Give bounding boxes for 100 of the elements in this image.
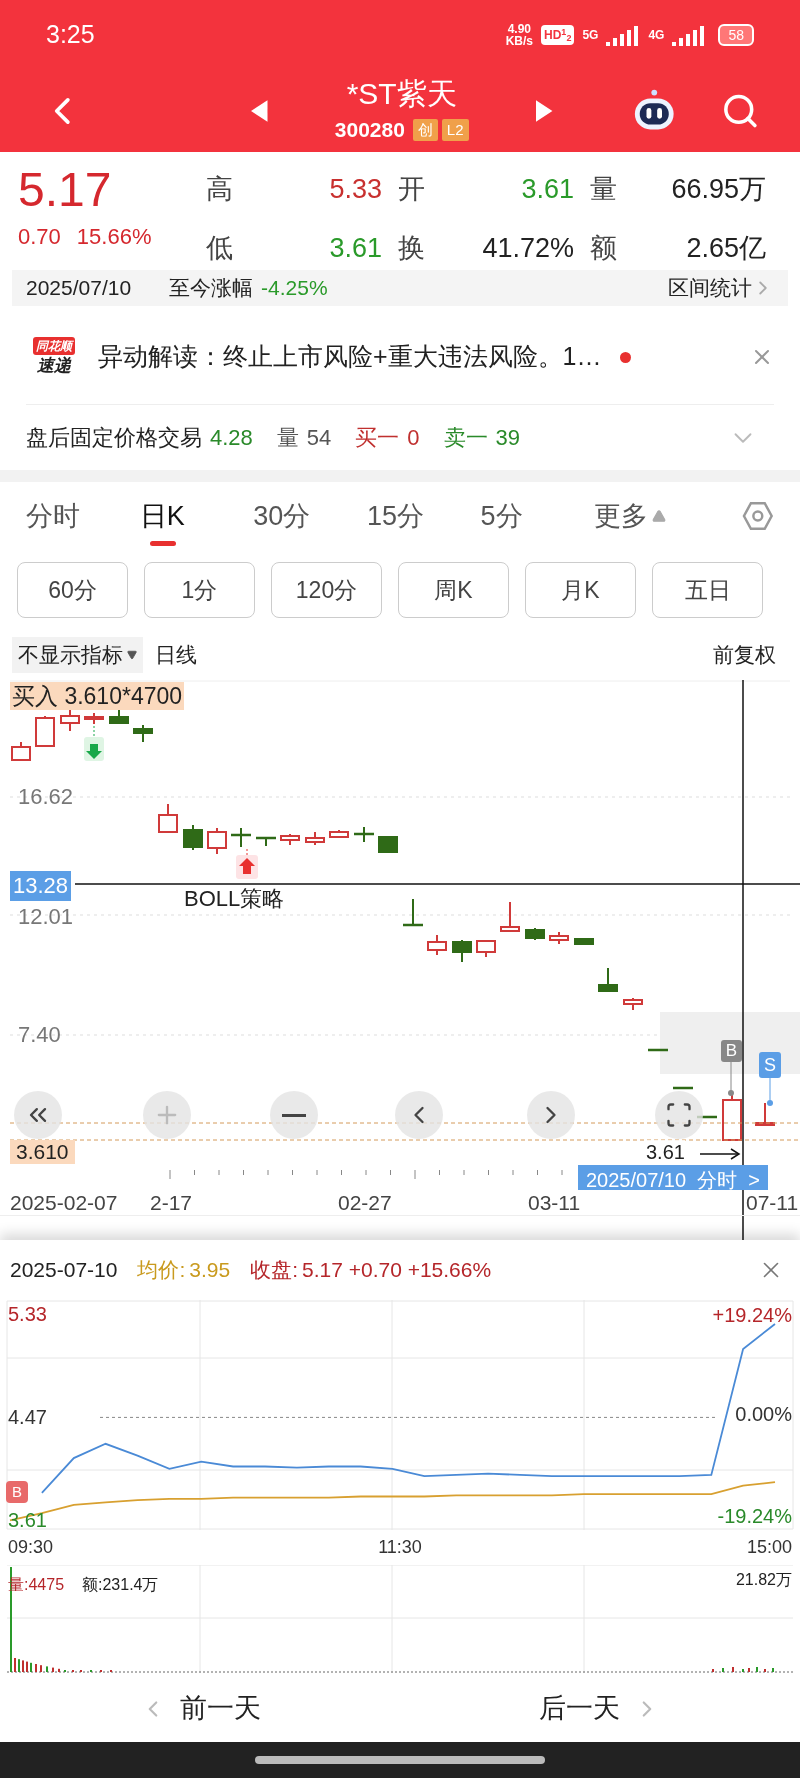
period-button[interactable]: 120分 (271, 562, 382, 618)
after-hours-item-value: 0 (407, 424, 420, 452)
stat-label: 量 (590, 172, 618, 205)
price-axis-label: 3.61 (8, 1508, 47, 1533)
period-tab[interactable]: 30分 (253, 486, 367, 546)
next-day-button[interactable]: 后一天 (539, 1688, 660, 1729)
stat-value: 2.65亿 (686, 231, 767, 264)
period-button[interactable]: 月K (525, 562, 636, 618)
period-button[interactable]: 60分 (17, 562, 128, 618)
marker-stem (728, 1061, 734, 1096)
minus-icon (282, 1113, 306, 1117)
stat-label: 换 (398, 231, 426, 264)
stat-value: 41.72% (482, 231, 575, 264)
buy-signal-icon (236, 848, 258, 879)
candlestick (378, 836, 398, 853)
sell-signal-icon (84, 725, 104, 761)
close-price-label: 收盘: (250, 1257, 298, 1284)
network-type: 5G (582, 27, 599, 44)
price-change: 0.70 (18, 223, 61, 251)
previous-stock-icon[interactable] (250, 100, 268, 122)
candlestick (427, 934, 447, 956)
current-price: 5.17 (18, 162, 113, 218)
date-axis-label: 07-11 (746, 1191, 799, 1215)
period-button[interactable]: 五日 (652, 562, 763, 618)
range-stats-link[interactable]: 区间统计 (668, 272, 752, 304)
previous-button[interactable] (395, 1091, 443, 1139)
candlestick (574, 937, 594, 945)
adjust-label[interactable]: 前复权 (713, 639, 776, 671)
candlestick (755, 1102, 775, 1126)
candlestick (329, 829, 349, 839)
change-percent: 15.66% (76, 223, 152, 251)
stock-tag: 创 (412, 119, 438, 141)
price-axis-label: 16.62 (18, 785, 74, 809)
candlestick (35, 715, 55, 747)
clock-time: 3:25 (46, 19, 95, 51)
period-tab[interactable]: 更多 (594, 486, 743, 546)
max-volume-label: 21.82万 (735, 1570, 792, 1590)
candlestick (648, 1048, 668, 1052)
candlestick (280, 833, 300, 846)
after-hours-item-label: 买一 (355, 424, 400, 452)
period-button[interactable]: 1分 (144, 562, 255, 618)
stat-label: 高 (206, 172, 234, 205)
candlestick (305, 831, 325, 846)
candlestick (598, 967, 618, 993)
period-tab[interactable]: 分时 (26, 486, 140, 546)
after-hours-item-label: 量 (276, 424, 299, 452)
cursor-price-label: 13.28 (10, 871, 72, 901)
next-button[interactable] (527, 1091, 575, 1139)
price-axis-label: 5.33 (8, 1302, 47, 1327)
candlestick (525, 927, 545, 941)
stat-value: 5.33 (329, 172, 383, 205)
range-label: 至今涨幅 (169, 275, 254, 302)
strategy-label: BOLL策略 (184, 886, 285, 912)
average-price-label: 均价: (137, 1257, 186, 1284)
buy-tag: B (721, 1040, 742, 1062)
logo-text: 速递 (37, 355, 71, 377)
fullscreen-icon (665, 1101, 693, 1129)
rewind-button[interactable] (14, 1091, 62, 1139)
news-headline[interactable]: 异动解读：终止上市风险+重大违法风险。1… (98, 338, 602, 376)
candlestick (476, 940, 496, 958)
network-unit: KB/s (505, 35, 533, 47)
period-tab[interactable]: 5分 (480, 486, 595, 546)
period-tab[interactable]: 日K (139, 486, 254, 546)
candlestick (500, 901, 520, 932)
after-hours-price: 4.28 (210, 424, 253, 452)
after-hours-item-value: 54 (306, 424, 332, 452)
candlestick (673, 1086, 693, 1090)
stock-title: *ST紫天 (346, 76, 457, 113)
stock-tag: L2 (441, 119, 469, 141)
battery-indicator: 58 (718, 24, 754, 46)
next-stock-icon[interactable] (535, 100, 553, 122)
logo-badge: 同花顺 (33, 337, 75, 355)
date-axis-label: 02-27 (338, 1191, 392, 1215)
price-axis-label: 4.47 (8, 1405, 47, 1430)
period-tab[interactable]: 15分 (366, 486, 481, 546)
indicator-dropdown[interactable]: 不显示指标 (12, 637, 143, 673)
settings-icon[interactable] (742, 500, 774, 532)
candlestick (256, 836, 276, 847)
trade-tag: 买入 3.610*4700 (10, 682, 185, 710)
candlestick (623, 997, 643, 1011)
fullscreen-button[interactable] (655, 1091, 703, 1139)
date-axis-label: 2-17 (150, 1191, 193, 1215)
date-axis-label: 03-11 (528, 1191, 581, 1215)
range-value: -4.25% (261, 275, 328, 302)
mid-percent-label: 0.00% (735, 1402, 792, 1426)
marker-stem (767, 1077, 773, 1106)
stat-value: 66.95万 (671, 172, 767, 205)
previous-day-button[interactable]: 前一天 (140, 1688, 261, 1729)
candlestick (354, 826, 374, 843)
intraday-date: 2025-07-10 (10, 1257, 118, 1284)
stat-label: 低 (206, 231, 234, 264)
candlestick (403, 898, 423, 927)
period-button[interactable]: 周K (398, 562, 509, 618)
signal-icon (606, 24, 641, 46)
low-percent-label: -19.24% (717, 1504, 792, 1528)
network-type: 4G (648, 27, 665, 44)
line-type-label[interactable]: 日线 (155, 639, 197, 671)
arrow-icon (699, 1148, 741, 1160)
range-bar[interactable]: 2025/07/10 至今涨幅 -4.25% 区间统计 (12, 270, 788, 306)
zoom-out-button[interactable] (270, 1091, 318, 1139)
